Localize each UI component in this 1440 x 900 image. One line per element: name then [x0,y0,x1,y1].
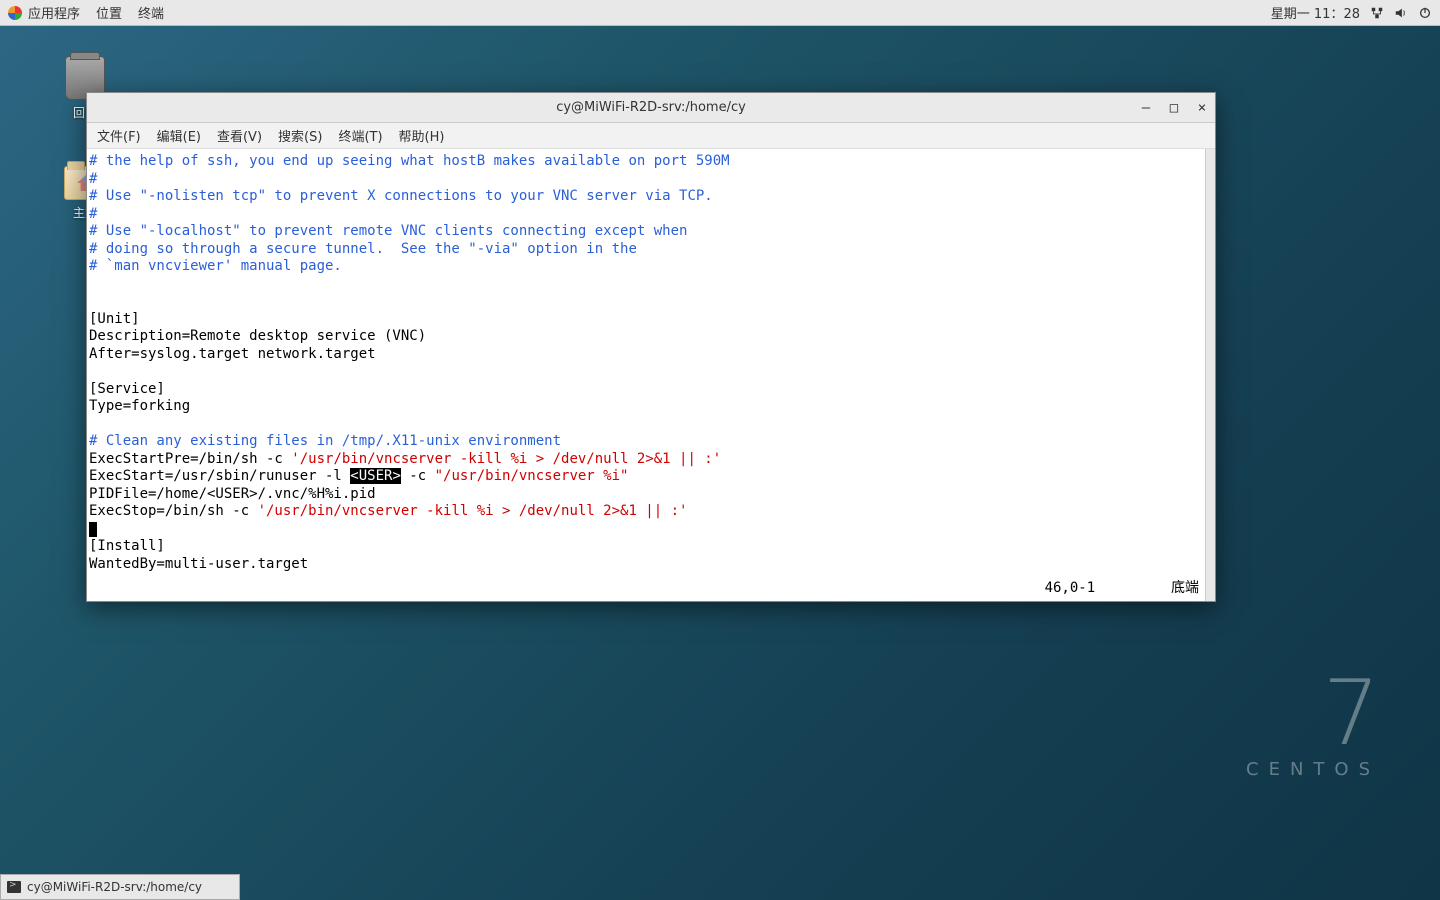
close-button[interactable]: × [1195,101,1209,115]
menu-terminal-sub[interactable]: 终端(T) [338,126,382,145]
terminal-window: cy@MiWiFi-R2D-srv:/home/cy — □ × 文件(F) 编… [86,92,1216,602]
centos-watermark: 7 CENTOS [1246,669,1380,780]
menu-terminal[interactable]: 终端 [138,3,164,22]
taskbar-label: cy@MiWiFi-R2D-srv:/home/cy [27,880,202,894]
menu-applications[interactable]: 应用程序 [28,3,80,22]
gnome-logo-icon [8,6,22,20]
network-icon[interactable] [1370,6,1384,20]
maximize-button[interactable]: □ [1167,101,1181,115]
terminal-content: # the help of ssh, you end up seeing wha… [87,149,1205,577]
vim-status-line: 46,0-1 底端 [1045,580,1199,598]
menu-search[interactable]: 搜索(S) [278,126,322,145]
menu-places[interactable]: 位置 [96,3,122,22]
menu-help[interactable]: 帮助(H) [399,126,445,145]
menu-edit[interactable]: 编辑(E) [157,126,201,145]
clock-label: 星期一 11：28 [1271,3,1360,22]
system-tray: 星期一 11：28 [1271,3,1432,22]
volume-icon[interactable] [1394,6,1408,20]
menu-view[interactable]: 查看(V) [217,126,262,145]
cursor [89,522,97,537]
taskbar-entry[interactable]: cy@MiWiFi-R2D-srv:/home/cy [0,874,240,900]
terminal-icon [7,881,21,893]
menu-file[interactable]: 文件(F) [97,126,141,145]
terminal-scrollbar[interactable] [1205,149,1215,601]
top-panel: 应用程序 位置 终端 星期一 11：28 [0,0,1440,26]
minimize-button[interactable]: — [1139,101,1153,115]
window-menubar: 文件(F) 编辑(E) 查看(V) 搜索(S) 终端(T) 帮助(H) [87,123,1215,149]
power-icon[interactable] [1418,6,1432,20]
terminal-body[interactable]: # the help of ssh, you end up seeing wha… [87,149,1215,601]
window-title: cy@MiWiFi-R2D-srv:/home/cy [556,100,746,115]
window-titlebar[interactable]: cy@MiWiFi-R2D-srv:/home/cy — □ × [87,93,1215,123]
